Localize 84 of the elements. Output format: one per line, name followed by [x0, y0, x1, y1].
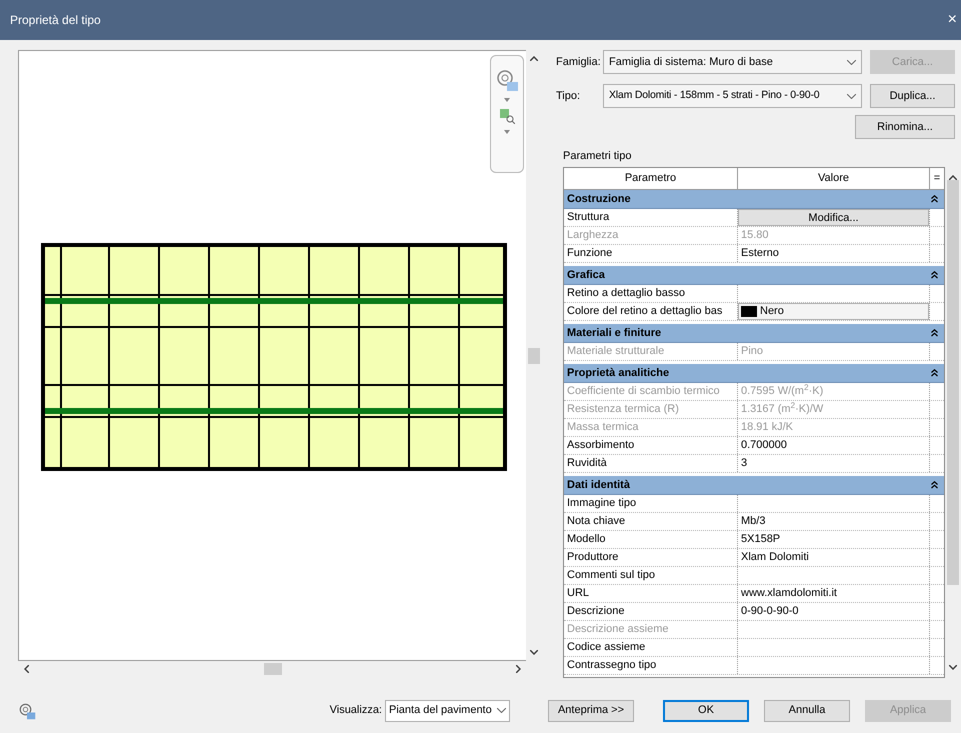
parameter-name: Resistenza termica (R): [564, 401, 738, 418]
dropdown-caret-icon[interactable]: [504, 98, 510, 102]
caret-icon: [847, 94, 856, 98]
scrollbar-thumb[interactable]: [264, 662, 282, 674]
parameter-name: Materiale strutturale: [564, 343, 738, 360]
parameter-name: Produttore: [564, 549, 738, 566]
group-title: Costruzione: [567, 192, 631, 207]
view-label: Visualizza:: [330, 703, 382, 718]
color-name: Nero: [760, 304, 784, 320]
type-dropdown[interactable]: Xlam Dolomiti - 158mm - 5 strati - Pino - 0-90-0: [603, 84, 862, 108]
close-button[interactable]: ×: [948, 12, 957, 28]
scroll-right-icon[interactable]: [516, 664, 521, 672]
column-header[interactable]: =: [930, 168, 944, 189]
parameter-name: Descrizione: [564, 603, 738, 620]
scroll-down-icon[interactable]: [530, 650, 538, 655]
scroll-left-icon[interactable]: [24, 664, 29, 672]
parameter-value: 5X158P: [740, 532, 782, 548]
parameter-name: Retino a dettaglio basso: [564, 285, 738, 302]
type-label: Tipo:: [556, 88, 582, 104]
parameter-name: Assorbimento: [564, 437, 738, 454]
dialog-button[interactable]: Duplica...: [870, 84, 955, 108]
parameter-value: www.xlamdolomiti.it: [740, 586, 838, 602]
parameter-name: Larghezza: [564, 227, 738, 244]
scroll-up-icon[interactable]: [530, 56, 538, 61]
parameter-value: Esterno: [740, 246, 780, 262]
parameter-value: Xlam Dolomiti: [740, 550, 810, 566]
parameter-name: Codice assieme: [564, 639, 738, 656]
dialog-button[interactable]: Annulla: [764, 700, 850, 722]
collapse-icon[interactable]: [931, 481, 938, 489]
dialog-button[interactable]: Rinomina...: [855, 115, 955, 139]
collapse-icon[interactable]: [931, 271, 938, 279]
scroll-down-icon[interactable]: [948, 665, 956, 670]
parameter-name: Immagine tipo: [564, 495, 738, 512]
view-dropdown[interactable]: Pianta del pavimento: [385, 700, 510, 722]
caret-icon: [847, 60, 856, 64]
group-title: Materiali e finiture: [567, 326, 662, 341]
parameter-name: Modello: [564, 531, 738, 548]
scrollbar-thumb[interactable]: [946, 180, 958, 585]
group-header[interactable]: Dati identità: [564, 476, 944, 495]
edit-button[interactable]: Modifica...: [738, 209, 929, 226]
family-label: Famiglia:: [556, 54, 602, 70]
collapse-icon[interactable]: [931, 369, 938, 377]
parameter-value: 1.3167 (m$^{2}$·K)/W: [740, 401, 824, 418]
parameter-name: Massa termica: [564, 419, 738, 436]
parameter-name: URL: [564, 585, 738, 602]
group-title: Proprietà analitiche: [567, 366, 670, 381]
group-header[interactable]: Grafica: [564, 266, 944, 285]
parameter-name: Coefficiente di scambio termico: [564, 383, 738, 400]
zoom-icon[interactable]: [499, 108, 515, 124]
group-header[interactable]: Materiali e finiture: [564, 324, 944, 343]
scrollbar-thumb[interactable]: [528, 348, 540, 364]
window-title: Proprietà del tipo: [10, 12, 101, 29]
parameter-value: 3: [740, 456, 748, 472]
group-title: Dati identità: [567, 478, 630, 493]
column-header[interactable]: Parametro: [564, 168, 738, 189]
dialog-button[interactable]: OK: [663, 700, 749, 722]
caret-icon: [497, 708, 506, 713]
parameter-value: Mb/3: [740, 514, 766, 530]
parameter-name: Funzione: [564, 245, 738, 262]
dialog-button[interactable]: Anteprima >>: [548, 700, 634, 722]
color-picker[interactable]: Nero: [738, 303, 929, 320]
parameter-value: 0-90-0-90-0: [740, 604, 800, 620]
scroll-up-icon[interactable]: [948, 175, 956, 180]
view-2d-icon[interactable]: [496, 68, 518, 92]
group-header[interactable]: Proprietà analitiche: [564, 364, 944, 383]
group-title: Grafica: [567, 268, 605, 283]
group-header[interactable]: Costruzione: [564, 190, 944, 209]
parameter-name: Contrassegno tipo: [564, 657, 738, 674]
parameter-value: 0.7595 W/(m$^{2}$·K): [740, 383, 824, 400]
parameter-value: 18.91 kJ/K: [740, 420, 794, 436]
dropdown-caret-icon[interactable]: [504, 130, 510, 134]
view-2d-icon[interactable]: [18, 702, 36, 720]
parameter-name: Commenti sul tipo: [564, 567, 738, 584]
family-dropdown[interactable]: Famiglia di sistema: Muro di base: [603, 50, 862, 74]
collapse-icon[interactable]: [931, 329, 938, 337]
parameter-name: Descrizione assieme: [564, 621, 738, 638]
section-label: Parametri tipo: [563, 149, 632, 163]
parameter-value: 0.700000: [740, 438, 788, 454]
collapse-icon[interactable]: [931, 195, 938, 203]
parameter-name: Ruvidità: [564, 455, 738, 472]
column-header[interactable]: Valore: [738, 168, 930, 189]
parameter-value: 15.80: [740, 228, 770, 244]
parameter-value: Pino: [740, 344, 764, 360]
parameter-name: Nota chiave: [564, 513, 738, 530]
